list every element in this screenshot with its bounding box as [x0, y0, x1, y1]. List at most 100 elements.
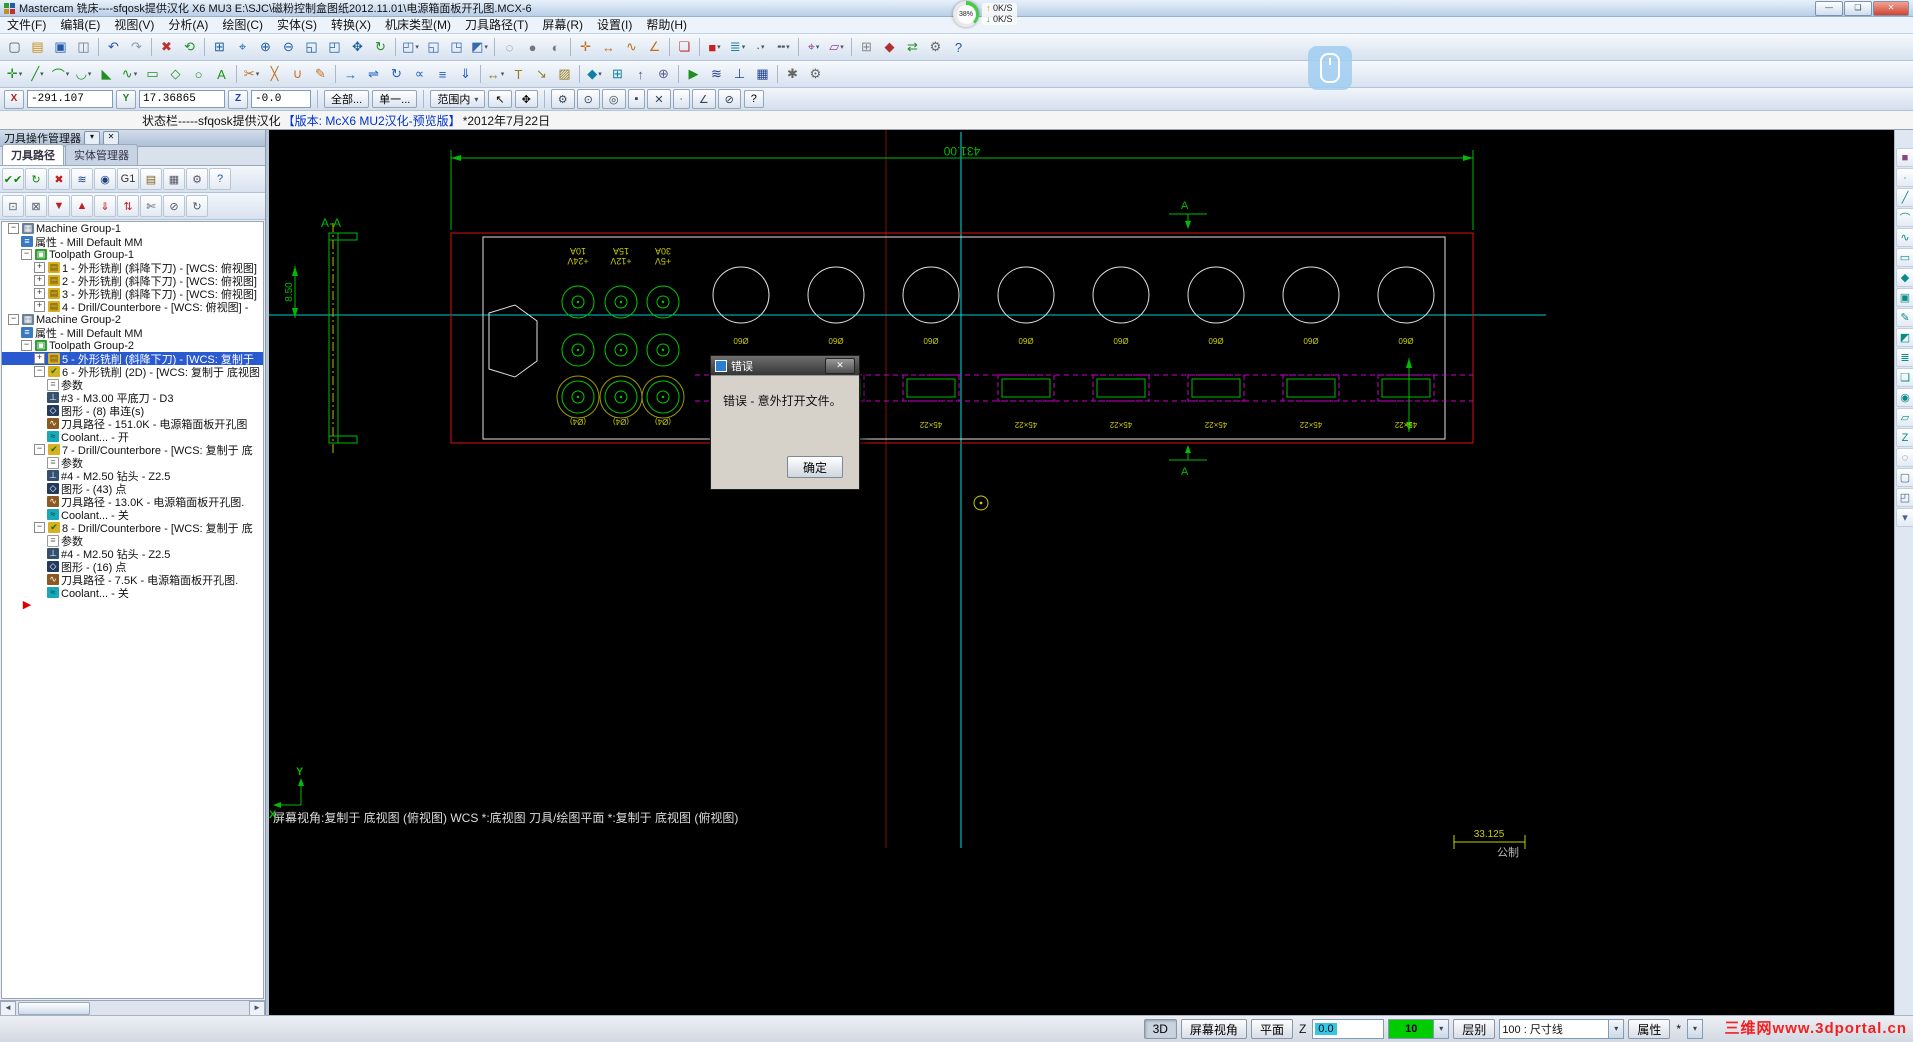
error-dialog-titlebar[interactable]: 错误 ✕ [711, 356, 859, 375]
trim-operations-button[interactable]: ✄ [140, 195, 162, 217]
insert-marker-button[interactable]: ⇓ [94, 195, 116, 217]
tree-item[interactable]: ≈Coolant... - 关 [2, 586, 263, 599]
select-single-button[interactable]: 单一... [372, 90, 417, 108]
qm-level-mask-button[interactable]: ≣ [1896, 348, 1913, 367]
surface-create-button[interactable]: ◆▾ [583, 63, 606, 86]
scroll-left-icon[interactable]: ◄ [0, 1001, 16, 1016]
collapse-icon[interactable]: − [8, 223, 19, 234]
3d-mode-button[interactable]: 3D [1144, 1019, 1177, 1039]
snap-center-button[interactable]: ◎ [602, 89, 626, 109]
menu-9[interactable]: 刀具路径(T) [458, 17, 535, 33]
utilities-button[interactable]: ✱ [781, 63, 804, 86]
scrollbar-thumb[interactable] [18, 1002, 90, 1015]
level-value-field[interactable]: 10 [1388, 1019, 1434, 1039]
z-coordinate-input[interactable] [251, 90, 311, 108]
solid-extrude-button[interactable]: ↑ [629, 63, 652, 86]
create-spline-button[interactable]: ∿▾ [118, 63, 141, 86]
plane-menu-button[interactable]: ▱▾ [825, 36, 848, 59]
gesture-select-button[interactable]: ✥ [515, 90, 538, 108]
menu-4[interactable]: 分析(A) [161, 17, 215, 33]
tree-item[interactable]: ∿刀具路径 - 7.5K - 电源箱面板开孔图. [2, 573, 263, 586]
zoom-out-button[interactable]: ⊖ [277, 36, 300, 59]
tree-item[interactable]: ≡属性 - Mill Default MM [2, 326, 263, 339]
verify-button[interactable]: ◉ [94, 168, 116, 190]
regenerate-all-button[interactable]: ↻ [25, 168, 47, 190]
menu-7[interactable]: 转换(X) [324, 17, 378, 33]
toolpath-contour-button[interactable]: ≋ [705, 63, 728, 86]
scroll-right-icon[interactable]: ► [249, 1001, 265, 1016]
blank-entities-button[interactable]: ▢ [1896, 468, 1913, 487]
shading-on-button[interactable]: ● [521, 36, 544, 59]
shading-off-button[interactable]: ◌ [498, 36, 521, 59]
x-axis-button[interactable]: X [4, 90, 24, 109]
break-entity-button[interactable]: ╳ [263, 63, 286, 86]
print-button[interactable]: ◫ [72, 36, 95, 59]
move-insert-up-button[interactable]: ▲ [71, 195, 93, 217]
menu-6[interactable]: 实体(S) [270, 17, 324, 33]
z-axis-button[interactable]: Z [228, 90, 248, 109]
filter-operations-button[interactable]: ⊘ [163, 195, 185, 217]
gview-shortcut-button[interactable]: ◰ [1896, 488, 1913, 507]
surface-net-button[interactable]: ⊞ [606, 63, 629, 86]
panel-menu-button[interactable]: ▾ [84, 131, 100, 145]
attributes-dropdown-icon[interactable]: ▾ [1609, 1019, 1624, 1039]
gview-top-button[interactable]: ◰▾ [399, 36, 422, 59]
menu-2[interactable]: 编辑(E) [53, 17, 107, 33]
zoom-in-button[interactable]: ⊕ [254, 36, 277, 59]
menu-10[interactable]: 屏幕(R) [535, 17, 590, 33]
create-rectangle-button[interactable]: ▭ [141, 63, 164, 86]
expand-icon[interactable]: + [34, 275, 45, 286]
qm-points-button[interactable]: ∙ [1896, 168, 1913, 187]
qm-splines-button[interactable]: ∿ [1896, 228, 1913, 247]
new-file-button[interactable]: ▢ [3, 36, 26, 59]
menu-12[interactable]: 帮助(H) [639, 17, 694, 33]
dialog-ok-button[interactable]: 确定 [787, 456, 843, 478]
help-button[interactable]: ? [947, 36, 970, 59]
attributes-combo[interactable]: 100 : 尺寸线 [1499, 1019, 1609, 1039]
join-entities-button[interactable]: ∪ [286, 63, 309, 86]
tree-item[interactable]: −✔7 - Drill/Counterbore - [WCS: 复制于 底 [2, 443, 263, 456]
tab-toolpaths[interactable]: 刀具路径 [2, 144, 64, 165]
create-letters-button[interactable]: A [210, 63, 233, 86]
level-dropdown-icon[interactable]: ▾ [1434, 1019, 1449, 1039]
modify-spline-button[interactable]: ✎ [309, 63, 332, 86]
snap-intersection-button[interactable]: ✕ [647, 89, 670, 109]
toolpath-drill-button[interactable]: ⊥ [728, 63, 751, 86]
x-coordinate-input[interactable] [27, 90, 113, 108]
menu-11[interactable]: 设置(I) [590, 17, 639, 33]
qm-plane-mask-button[interactable]: ▱ [1896, 408, 1913, 427]
xform-mirror-button[interactable]: ⇌ [362, 63, 385, 86]
create-arc-button[interactable]: ⌒▾ [49, 63, 72, 86]
qm-groups-button[interactable]: ❏ [1896, 368, 1913, 387]
qm-z-depth-button[interactable]: Z [1896, 428, 1913, 447]
analyze-entity-button[interactable]: ✛ [574, 36, 597, 59]
create-polygon-button[interactable]: ◇ [164, 63, 187, 86]
collapse-icon[interactable]: − [8, 314, 19, 325]
select-all-button[interactable]: 全部... [324, 90, 369, 108]
dimension-note-button[interactable]: T [507, 63, 530, 86]
tree-item[interactable]: ⊥#4 - M2.50 钻头 - Z2.5 [2, 547, 263, 560]
xform-offset-button[interactable]: ≡ [431, 63, 454, 86]
backplot-button[interactable]: ≋ [71, 168, 93, 190]
gview-button[interactable]: 屏幕视角 [1181, 1019, 1247, 1039]
analyze-distance-button[interactable]: ↔ [597, 36, 620, 59]
tree-item[interactable]: −✔8 - Drill/Counterbore - [WCS: 复制于 底 [2, 521, 263, 534]
snap-origin-button[interactable]: ⊙ [577, 89, 600, 109]
maximize-button[interactable]: ❏ [1844, 1, 1872, 16]
tree-item[interactable]: ∿刀具路径 - 13.0K - 电源箱面板开孔图. [2, 495, 263, 508]
run-user-app-button[interactable]: ◆ [878, 36, 901, 59]
zoom-window-button[interactable]: ⊞ [208, 36, 231, 59]
panel-close-button[interactable]: ✕ [103, 131, 119, 145]
qm-wireframe-button[interactable]: ▭ [1896, 248, 1913, 267]
options-button[interactable]: ⚙ [186, 168, 208, 190]
settings-button[interactable]: ⚙ [804, 63, 827, 86]
menu-5[interactable]: 绘图(C) [215, 17, 270, 33]
qm-drafting-button[interactable]: ✎ [1896, 308, 1913, 327]
autocursor-config-button[interactable]: ⚙ [551, 89, 575, 109]
panel-horizontal-scrollbar[interactable]: ◄ ► [0, 1000, 265, 1015]
move-insert-down-button[interactable]: ▼ [48, 195, 70, 217]
pointer-select-button[interactable]: ↖ [488, 90, 511, 108]
toolpath-pocket-button[interactable]: ▦ [751, 63, 774, 86]
wcs-menu-button[interactable]: ⌖▾ [802, 36, 825, 59]
expand-icon[interactable]: + [34, 353, 45, 364]
